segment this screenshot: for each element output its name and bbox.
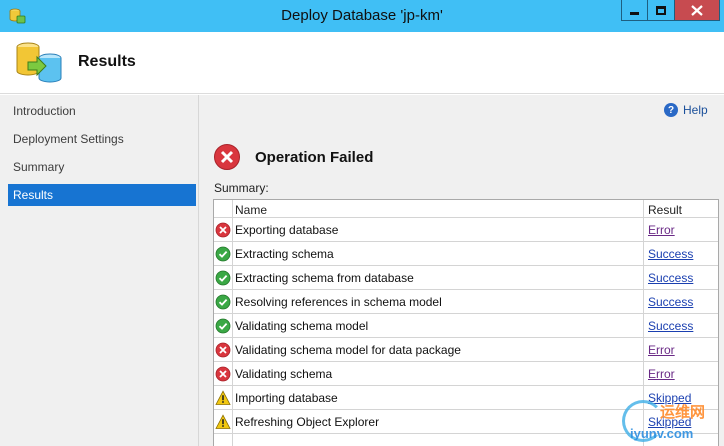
database-deploy-icon — [16, 42, 62, 83]
table-row[interactable]: Extracting schema Success — [214, 242, 718, 266]
row-name: Validating schema model for data package — [235, 343, 461, 357]
watermark-url: iyunv.com — [630, 426, 694, 441]
success-icon — [215, 270, 231, 286]
column-header-result[interactable]: Result — [648, 203, 682, 217]
warning-icon — [215, 414, 231, 429]
help-label: Help — [683, 103, 708, 117]
sidebar: Introduction Deployment Settings Summary… — [0, 95, 199, 446]
row-name: Refreshing Object Explorer — [235, 415, 380, 429]
help-link[interactable]: ? Help — [664, 103, 708, 117]
column-header-name[interactable]: Name — [235, 203, 267, 217]
table-row[interactable]: Resolving references in schema model Succ… — [214, 290, 718, 314]
minimize-icon — [630, 11, 639, 15]
error-icon — [215, 342, 231, 358]
sidebar-item-introduction[interactable]: Introduction — [8, 100, 196, 122]
row-name: Validating schema model — [235, 319, 369, 333]
maximize-icon — [656, 5, 666, 15]
row-result-link[interactable]: Success — [648, 319, 693, 333]
row-name: Validating schema — [235, 367, 333, 381]
table-row[interactable]: Validating schema model for data package… — [214, 338, 718, 362]
table-row[interactable]: Validating schema model Success — [214, 314, 718, 338]
summary-label: Summary: — [214, 181, 269, 195]
row-result-link[interactable]: Success — [648, 247, 693, 261]
row-name: Importing database — [235, 391, 338, 405]
help-icon: ? — [664, 103, 678, 117]
status-text: Operation Failed — [255, 148, 374, 166]
error-icon — [215, 222, 231, 238]
table-row[interactable]: Exporting database Error — [214, 218, 718, 242]
minimize-button[interactable] — [621, 0, 648, 21]
close-button[interactable] — [675, 0, 720, 21]
error-icon — [214, 144, 240, 170]
maximize-button[interactable] — [648, 0, 675, 21]
wizard-header: Results — [0, 32, 724, 94]
sidebar-item-summary[interactable]: Summary — [8, 156, 196, 178]
sidebar-item-results[interactable]: Results — [8, 184, 196, 206]
row-name: Extracting schema from database — [235, 271, 414, 285]
page-title: Results — [78, 53, 136, 70]
title-bar: Deploy Database 'jp-km' — [0, 0, 724, 32]
table-row[interactable]: Extracting schema from database Success — [214, 266, 718, 290]
success-icon — [215, 294, 231, 310]
row-name: Exporting database — [235, 223, 339, 237]
window-title: Deploy Database 'jp-km' — [281, 7, 443, 24]
row-name: Extracting schema — [235, 247, 334, 261]
success-icon — [215, 246, 231, 262]
warning-icon — [215, 390, 231, 405]
error-icon — [215, 366, 231, 382]
row-name: Resolving references in schema model — [235, 295, 442, 309]
table-row[interactable]: Validating schema Error — [214, 362, 718, 386]
close-icon — [691, 4, 703, 16]
success-icon — [215, 318, 231, 334]
row-result-link[interactable]: Error — [648, 367, 675, 381]
row-result-link[interactable]: Success — [648, 295, 693, 309]
sidebar-item-deployment-settings[interactable]: Deployment Settings — [8, 128, 196, 150]
row-result-link[interactable]: Error — [648, 343, 675, 357]
row-result-link[interactable]: Success — [648, 271, 693, 285]
watermark-brand: 运维网 — [660, 404, 706, 421]
row-result-link[interactable]: Error — [648, 223, 675, 237]
operation-status: Operation Failed — [213, 143, 373, 171]
watermark: 运维网 iyunv.com — [622, 398, 724, 446]
main-pane: ? Help Operation Failed Summary: Name Re… — [199, 95, 724, 446]
